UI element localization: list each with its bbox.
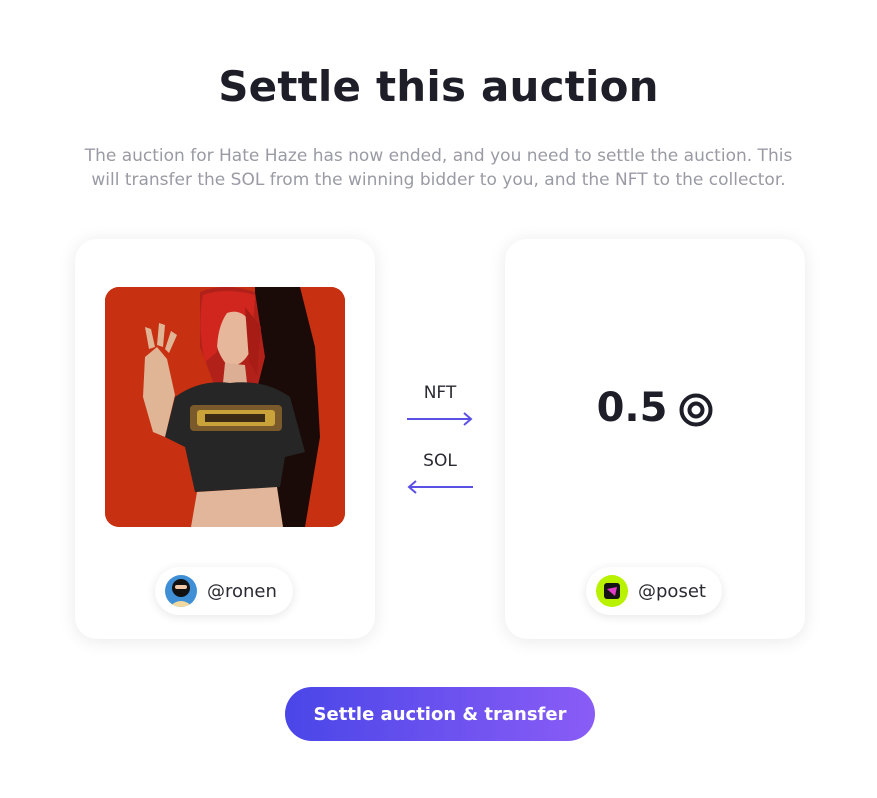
nft-transfer-label: NFT [423, 383, 457, 403]
red-haired-figure-artwork-icon [105, 287, 345, 527]
settle-auction-button[interactable]: Settle auction & transfer [285, 687, 595, 741]
arrow-left-icon [407, 480, 473, 494]
page-title: Settle this auction [218, 62, 659, 111]
bid-amount-row: 0.5 [505, 385, 805, 431]
seller-handle: @ronen [207, 580, 277, 602]
arrow-right-icon [407, 412, 473, 426]
nft-artwork[interactable] [105, 287, 345, 527]
seller-user-pill[interactable]: @ronen [155, 567, 293, 615]
sol-transfer-indicator: SOL [400, 451, 480, 495]
collector-handle: @poset [638, 580, 706, 602]
page-description: The auction for Hate Haze has now ended,… [84, 146, 793, 190]
bid-amount: 0.5 [596, 385, 668, 431]
sol-icon [679, 391, 713, 427]
bid-card: 0.5 @poset [505, 239, 805, 639]
sol-transfer-label: SOL [423, 451, 457, 471]
nft-card: @ronen [75, 239, 375, 639]
nft-transfer-indicator: NFT [400, 383, 480, 427]
green-pink-avatar-icon [596, 575, 628, 607]
settle-auction-page: Settle this auction The auction for Hate… [0, 0, 877, 798]
masked-avatar-icon [165, 575, 197, 607]
collector-user-pill[interactable]: @poset [586, 567, 722, 615]
